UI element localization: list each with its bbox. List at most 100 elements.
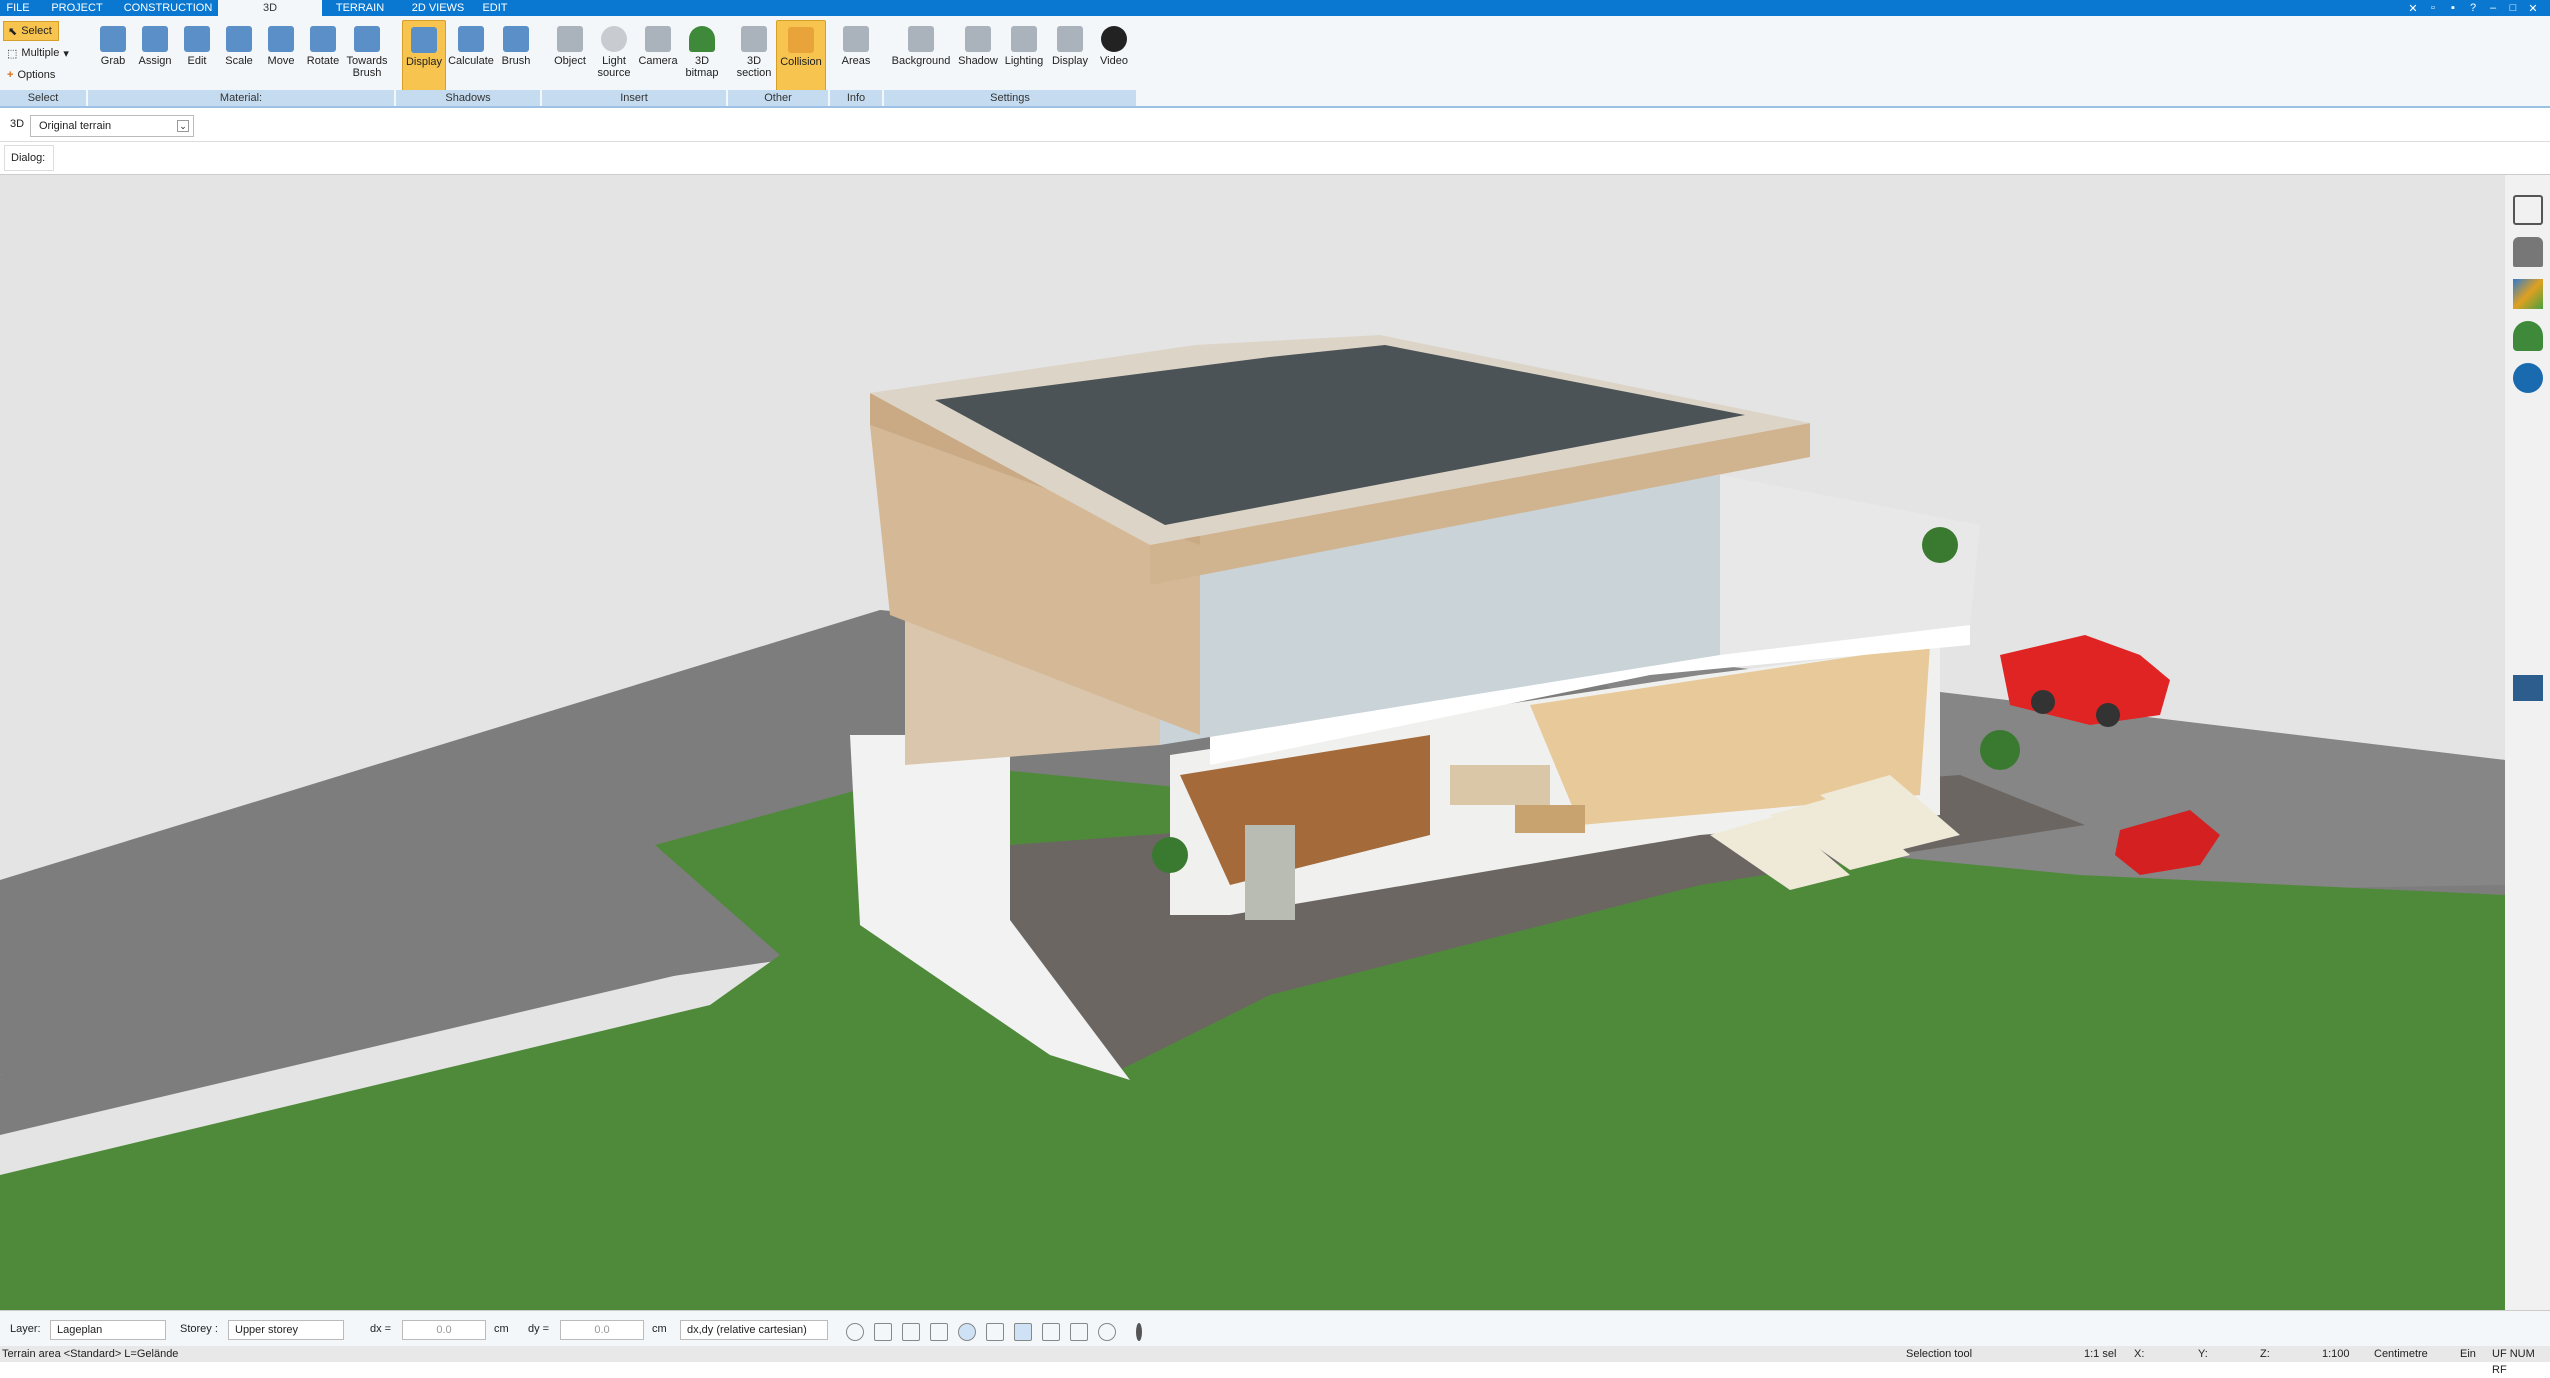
background-button[interactable]: Background xyxy=(888,20,954,100)
minimize-icon[interactable]: – xyxy=(2486,2,2500,15)
group-label-shadows: Shadows xyxy=(396,90,540,106)
plus-icon: + xyxy=(7,69,14,81)
teamviewer-icon[interactable] xyxy=(2513,363,2543,393)
grab-button[interactable]: Grab xyxy=(91,20,135,100)
collision-button[interactable]: Collision xyxy=(776,20,826,100)
tab-construction[interactable]: CONSTRUCTION xyxy=(118,0,218,16)
cube-icon xyxy=(411,27,437,53)
dx-input[interactable]: 0.0 xyxy=(402,1320,486,1340)
3d-bitmap-button[interactable]: 3D bitmap xyxy=(680,20,724,100)
storey-label: Storey : xyxy=(180,1323,218,1335)
snap-icon[interactable] xyxy=(958,1323,976,1341)
collision-icon xyxy=(788,27,814,53)
restore-small-icon[interactable]: ▫ xyxy=(2426,2,2440,15)
y-coordinate: Y: xyxy=(2198,1348,2208,1360)
grid-icon[interactable] xyxy=(1070,1323,1088,1341)
dy-unit: cm xyxy=(652,1323,667,1335)
select-group: ⬉ Select ⬚ Multiple ▾ + Options xyxy=(3,21,87,87)
edit-material-button[interactable]: Edit xyxy=(175,20,219,100)
tab-3d[interactable]: 3D xyxy=(218,0,322,16)
brush-icon xyxy=(354,26,380,52)
move-button[interactable]: Move xyxy=(259,20,303,100)
car-wheel xyxy=(2031,690,2055,714)
house-icon xyxy=(965,26,991,52)
unit: Centimetre xyxy=(2374,1348,2428,1360)
cursor-icon: ⬉ xyxy=(8,25,18,38)
dialog-bar: Dialog: xyxy=(0,143,2550,175)
shadow-brush-button[interactable]: Brush xyxy=(494,20,538,100)
diamond-snap-icon[interactable] xyxy=(1014,1323,1032,1341)
menu-icon[interactable] xyxy=(2513,675,2543,701)
house-light-icon xyxy=(1011,26,1037,52)
window-icon[interactable]: ▪ xyxy=(2446,2,2460,15)
more-icon[interactable] xyxy=(1136,1323,1142,1341)
assign-icon xyxy=(142,26,168,52)
ribbon-tab-bar: FILE PROJECT CONSTRUCTION 3D TERRAIN 2D … xyxy=(0,0,2550,16)
layers-icon[interactable] xyxy=(902,1323,920,1341)
storey-select[interactable]: Upper storey xyxy=(228,1320,344,1340)
tab-edit[interactable]: EDIT xyxy=(478,0,512,16)
camera-button[interactable]: Camera xyxy=(636,20,680,100)
select-button[interactable]: ⬉ Select xyxy=(3,21,59,41)
layers-icon[interactable] xyxy=(2513,195,2543,225)
window-controls: ✕ ▫ ▪ ? – □ ✕ xyxy=(2406,2,2550,15)
3d-viewport[interactable] xyxy=(0,175,2505,1310)
active-tool: Selection tool xyxy=(1906,1348,1973,1360)
help-icon[interactable]: ? xyxy=(2466,2,2480,15)
tab-file[interactable]: FILE xyxy=(0,0,36,16)
potted-palm xyxy=(1980,730,2020,770)
move-icon xyxy=(268,26,294,52)
status-bar: Layer: Lageplan Storey : Upper storey dx… xyxy=(0,1310,2550,1346)
potted-palm xyxy=(1152,837,1188,873)
screen-icon[interactable] xyxy=(874,1323,892,1341)
layer-select[interactable]: Lageplan xyxy=(50,1320,166,1340)
chair-icon[interactable] xyxy=(2513,237,2543,267)
clock-icon[interactable] xyxy=(846,1323,864,1341)
chevron-down-icon: ▾ xyxy=(63,47,69,60)
dx-label: dx = xyxy=(370,1323,392,1335)
tab-terrain[interactable]: TERRAIN xyxy=(322,0,398,16)
tab-project[interactable]: PROJECT xyxy=(36,0,118,16)
chair-icon xyxy=(557,26,583,52)
coord-mode-select[interactable]: dx,dy (relative cartesian) xyxy=(680,1320,828,1340)
scale-button[interactable]: Scale xyxy=(217,20,261,100)
3d-section-button[interactable]: 3D section xyxy=(732,20,776,100)
lighting-button[interactable]: Lighting xyxy=(1002,20,1046,100)
dx-unit: cm xyxy=(494,1323,509,1335)
x-coordinate: X: xyxy=(2134,1348,2145,1360)
right-sidebar xyxy=(2505,175,2550,1310)
assign-button[interactable]: Assign xyxy=(133,20,177,100)
display-settings-button[interactable]: Display xyxy=(1048,20,1092,100)
video-button[interactable]: Video xyxy=(1092,20,1136,100)
tools-icon[interactable]: ✕ xyxy=(2406,2,2420,15)
tab-2d-views[interactable]: 2D VIEWS xyxy=(398,0,478,16)
maximize-icon[interactable]: □ xyxy=(2506,2,2520,15)
north-icon[interactable] xyxy=(1098,1323,1116,1341)
close-icon[interactable]: ✕ xyxy=(2526,2,2540,15)
dy-input[interactable]: 0.0 xyxy=(560,1320,644,1340)
rotate-button[interactable]: Rotate xyxy=(301,20,345,100)
multiple-button[interactable]: ⬚ Multiple ▾ xyxy=(3,43,87,63)
coffee-table xyxy=(1515,805,1585,833)
shadow-settings-button[interactable]: Shadow xyxy=(956,20,1000,100)
tree-icon[interactable] xyxy=(2513,321,2543,351)
options-button[interactable]: + Options xyxy=(3,65,87,85)
group-label-info: Info xyxy=(830,90,882,106)
light-source-button[interactable]: Light source xyxy=(592,20,636,100)
calculate-button[interactable]: Calculate xyxy=(446,20,496,100)
group-label-settings: Settings xyxy=(884,90,1136,106)
object-button[interactable]: Object xyxy=(548,20,592,100)
ribbon: ⬉ Select ⬚ Multiple ▾ + Options Select Grab … xyxy=(0,16,2550,108)
ein-status: Ein xyxy=(2460,1348,2476,1360)
snap-mode-icon[interactable] xyxy=(986,1323,1004,1341)
group-label-insert: Insert xyxy=(542,90,726,106)
key-flags: UF NUM RF xyxy=(2492,1348,2535,1376)
terrain-select[interactable]: Original terrain ⌄ xyxy=(30,115,194,137)
materials-icon[interactable] xyxy=(2513,279,2543,309)
hatch-icon[interactable] xyxy=(1042,1323,1060,1341)
shadows-display-button[interactable]: Display xyxy=(402,20,446,100)
outdoor-sofa xyxy=(1450,765,1550,805)
towards-brush-button[interactable]: Towards Brush xyxy=(343,20,391,100)
areas-button[interactable]: Areas xyxy=(834,20,878,100)
grid-snap-icon[interactable] xyxy=(930,1323,948,1341)
